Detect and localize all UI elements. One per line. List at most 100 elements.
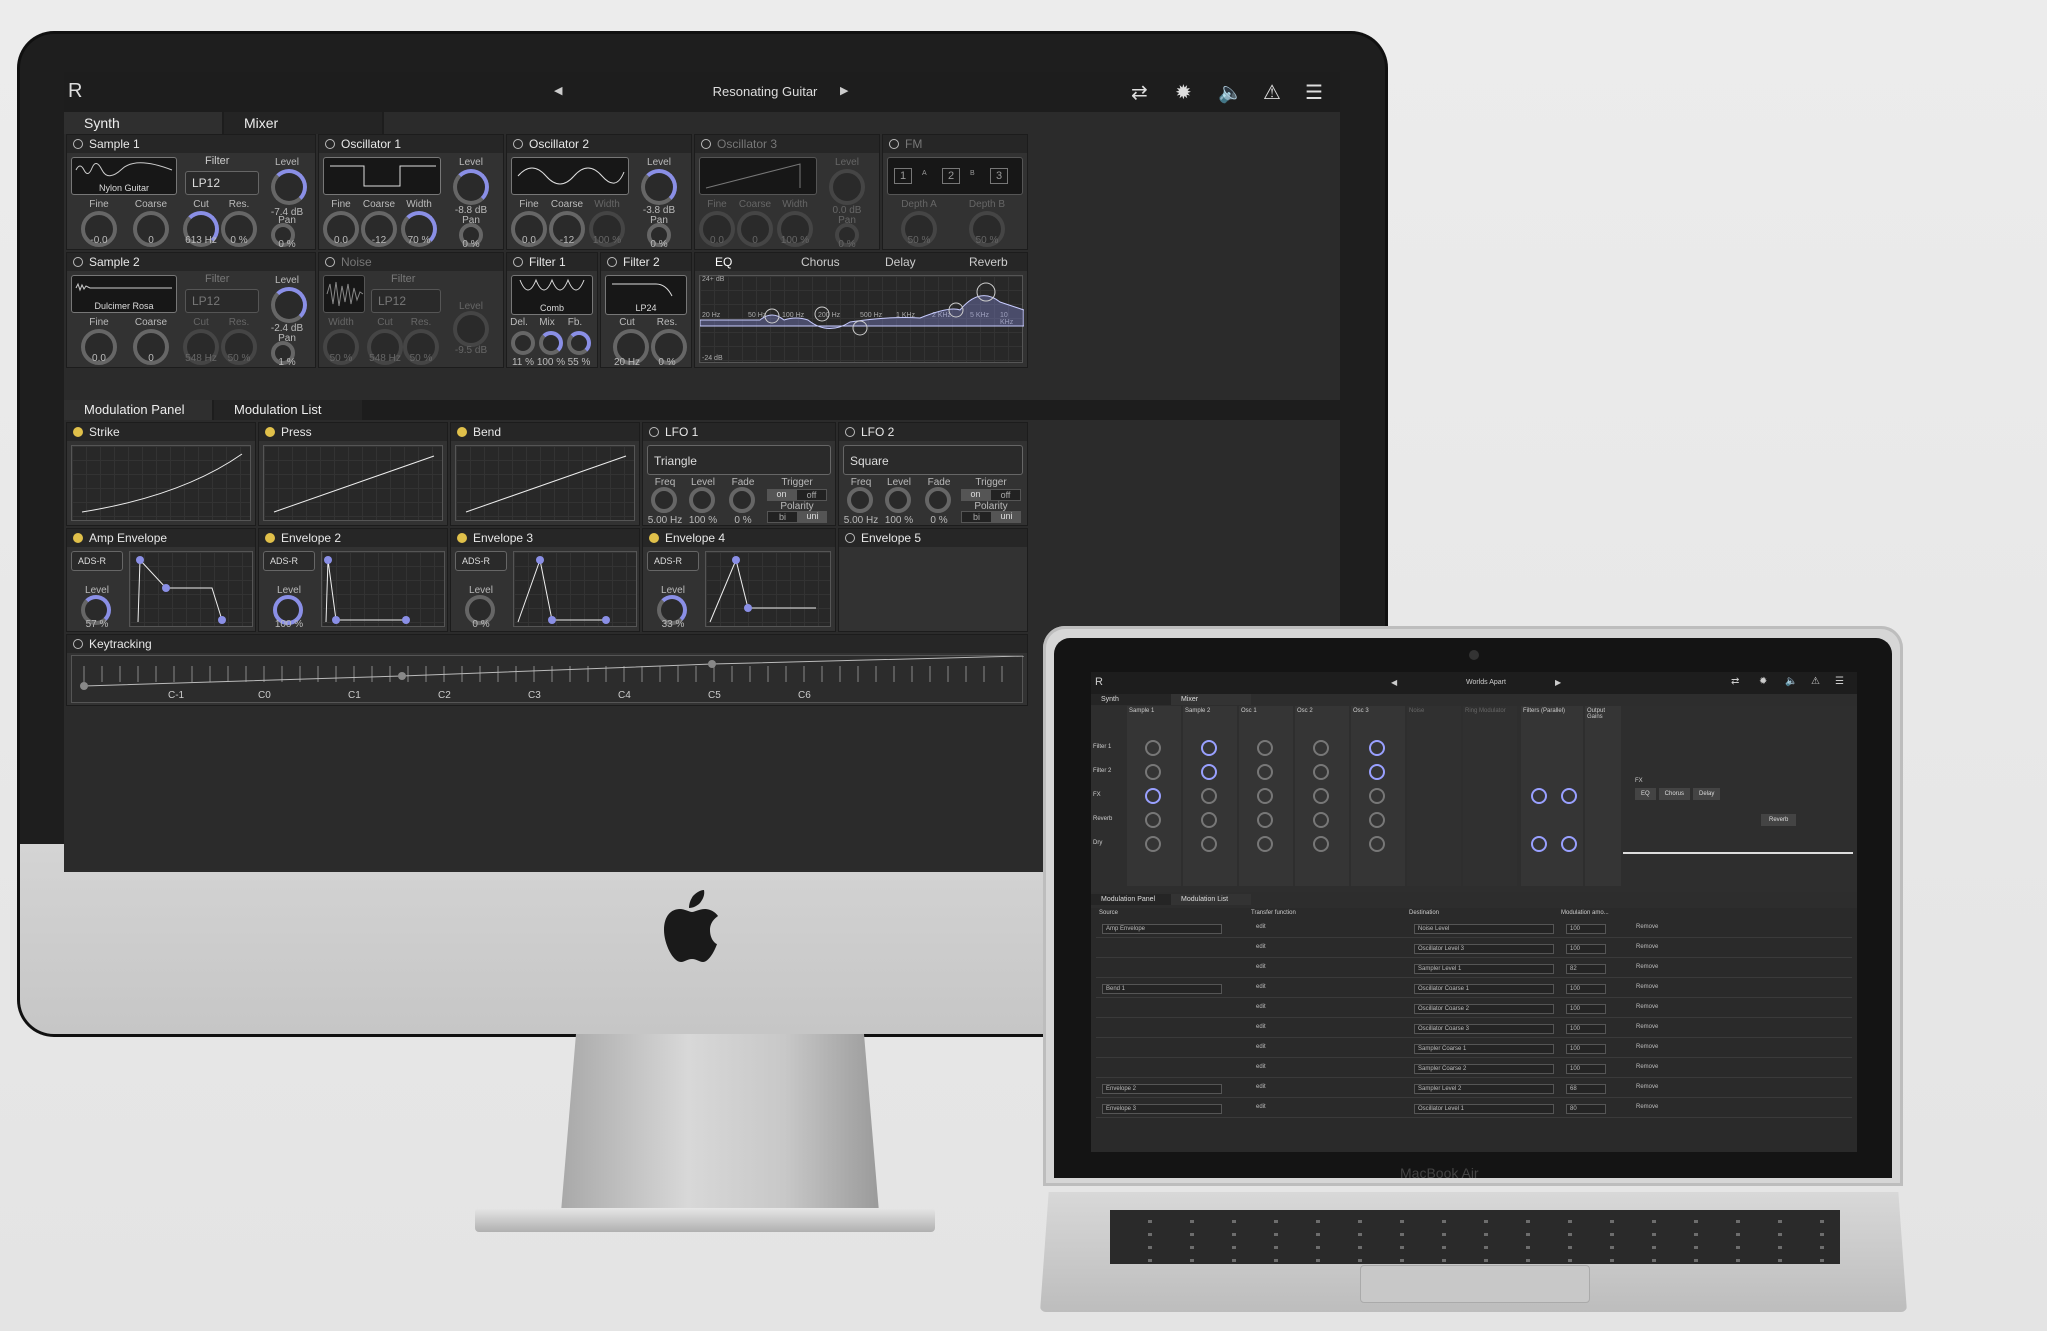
mb-knob[interactable] [1313, 788, 1329, 804]
mb-knob[interactable] [1561, 788, 1577, 804]
fx-tab-eq[interactable]: EQ [715, 255, 732, 269]
osc2-level-knob[interactable] [641, 169, 677, 205]
osc3-waveform[interactable] [699, 157, 817, 195]
mb-destination-select[interactable]: Sampler Level 2 [1414, 1084, 1554, 1094]
mb-knob[interactable] [1257, 740, 1273, 756]
mb-knob[interactable] [1369, 764, 1385, 780]
mb-prev-preset-button[interactable]: ◀ [1391, 678, 1397, 687]
mb-knob[interactable] [1145, 764, 1161, 780]
sample2-filter-select[interactable]: LP12 [185, 289, 259, 313]
tab-mixer[interactable]: Mixer [224, 112, 384, 134]
mb-edit-button[interactable]: edit [1256, 924, 1296, 930]
lfo1-polarity-bi[interactable]: bi [767, 511, 798, 523]
mb-remove-button[interactable]: Remove [1636, 924, 1676, 930]
lfo1-trigger-on[interactable]: on [767, 489, 796, 501]
mb-amount-input[interactable]: 100 [1566, 1044, 1606, 1054]
envelope5-title[interactable]: Envelope 5 [839, 529, 1027, 547]
filter1-fb-knob[interactable] [567, 331, 591, 355]
mb-amount-input[interactable]: 100 [1566, 1004, 1606, 1014]
amp-envelope-mode-select[interactable]: ADS-R [71, 551, 123, 571]
osc3-title[interactable]: Oscillator 3 [695, 135, 879, 153]
mb-col-output-gains[interactable]: Output Gains [1585, 706, 1621, 886]
mb-edit-button[interactable]: edit [1256, 1104, 1296, 1110]
mb-knob[interactable] [1369, 740, 1385, 756]
mb-remove-button[interactable]: Remove [1636, 1004, 1676, 1010]
filter2-title[interactable]: Filter 2 [601, 253, 691, 271]
osc1-level-knob[interactable] [453, 169, 489, 205]
mb-gear-icon[interactable]: ✹ [1759, 676, 1767, 687]
mb-fx-delay[interactable]: Delay [1693, 788, 1721, 800]
strike-title[interactable]: Strike [67, 423, 255, 441]
settings-gear-icon[interactable]: ✹ [1175, 80, 1192, 105]
lfo2-shape-select[interactable]: Square [843, 445, 1023, 475]
mb-remove-button[interactable]: Remove [1636, 984, 1676, 990]
mb-destination-select[interactable]: Oscillator Coarse 1 [1414, 984, 1554, 994]
mb-amount-input[interactable]: 100 [1566, 1064, 1606, 1074]
mb-knob[interactable] [1257, 836, 1273, 852]
mb-knob[interactable] [1257, 788, 1273, 804]
mb-knob[interactable] [1201, 836, 1217, 852]
envelope4-graph[interactable] [705, 551, 831, 627]
mb-preset-name[interactable]: Worlds Apart [1411, 679, 1561, 686]
filter1-title[interactable]: Filter 1 [507, 253, 597, 271]
mb-source-select[interactable]: Bend 1 [1102, 984, 1222, 994]
filter1-response[interactable]: Comb [511, 275, 593, 315]
amp-envelope-graph[interactable] [129, 551, 253, 627]
mb-amount-input[interactable]: 100 [1566, 984, 1606, 994]
mb-edit-button[interactable]: edit [1256, 964, 1296, 970]
mb-tab-mixer[interactable]: Mixer [1171, 694, 1251, 705]
mb-fx-chorus[interactable]: Chorus [1658, 788, 1691, 800]
strike-curve[interactable] [71, 445, 251, 521]
mb-remove-button[interactable]: Remove [1636, 1024, 1676, 1030]
envelope3-graph[interactable] [513, 551, 637, 627]
sample2-title[interactable]: Sample 2 [67, 253, 315, 271]
noise-title[interactable]: Noise [319, 253, 503, 271]
fx-tab-delay[interactable]: Delay [885, 255, 916, 269]
sample1-title[interactable]: Sample 1 [67, 135, 315, 153]
mb-edit-button[interactable]: edit [1256, 1044, 1296, 1050]
lfo2-polarity-bi[interactable]: bi [961, 511, 992, 523]
press-curve[interactable] [263, 445, 443, 521]
mb-knob[interactable] [1145, 836, 1161, 852]
keytracking-graph[interactable]: C-1 C0 C1 C2 C3 C4 C5 C6 [71, 655, 1025, 703]
mb-edit-button[interactable]: edit [1256, 1064, 1296, 1070]
mb-knob[interactable] [1313, 812, 1329, 828]
mb-knob[interactable] [1561, 836, 1577, 852]
sample1-waveform[interactable]: Nylon Guitar [71, 157, 177, 195]
lfo2-trigger-toggle[interactable]: on off [961, 489, 1021, 501]
mb-knob[interactable] [1145, 812, 1161, 828]
mb-app-logo-icon[interactable]: R [1095, 676, 1103, 688]
lfo1-trigger-off[interactable]: off [796, 489, 827, 501]
mb-amount-input[interactable]: 100 [1566, 1024, 1606, 1034]
mb-edit-button[interactable]: edit [1256, 1084, 1296, 1090]
mb-knob[interactable] [1145, 740, 1161, 756]
mb-remove-button[interactable]: Remove [1636, 1044, 1676, 1050]
envelope2-title[interactable]: Envelope 2 [259, 529, 447, 547]
lfo2-level-knob[interactable] [885, 487, 911, 513]
bend-title[interactable]: Bend [451, 423, 639, 441]
fx-tab-chorus[interactable]: Chorus [801, 255, 840, 269]
mb-volume-icon[interactable]: 🔈 [1785, 676, 1797, 687]
amp-envelope-title[interactable]: Amp Envelope [67, 529, 255, 547]
lfo1-trigger-toggle[interactable]: on off [767, 489, 827, 501]
warning-icon[interactable]: ⚠ [1263, 80, 1281, 105]
lfo2-title[interactable]: LFO 2 [839, 423, 1027, 441]
filter1-mix-knob[interactable] [539, 331, 563, 355]
envelope3-title[interactable]: Envelope 3 [451, 529, 639, 547]
lfo1-level-knob[interactable] [689, 487, 715, 513]
volume-icon[interactable]: 🔈 [1218, 80, 1243, 105]
mb-amount-input[interactable]: 100 [1566, 944, 1606, 954]
lfo2-polarity-uni[interactable]: uni [992, 511, 1021, 523]
osc2-title[interactable]: Oscillator 2 [507, 135, 691, 153]
tab-modulation-list[interactable]: Modulation List [214, 400, 364, 420]
mb-knob[interactable] [1313, 836, 1329, 852]
mb-tab-synth[interactable]: Synth [1091, 694, 1171, 705]
fx-tab-reverb[interactable]: Reverb [969, 255, 1008, 269]
midi-arrows-icon[interactable]: ⇄ [1131, 80, 1148, 105]
mb-amount-input[interactable]: 68 [1566, 1084, 1606, 1094]
osc1-waveform[interactable] [323, 157, 441, 195]
noise-waveform[interactable] [323, 275, 365, 313]
mb-knob[interactable] [1201, 788, 1217, 804]
mb-knob[interactable] [1313, 740, 1329, 756]
lfo1-freq-knob[interactable] [651, 487, 677, 513]
